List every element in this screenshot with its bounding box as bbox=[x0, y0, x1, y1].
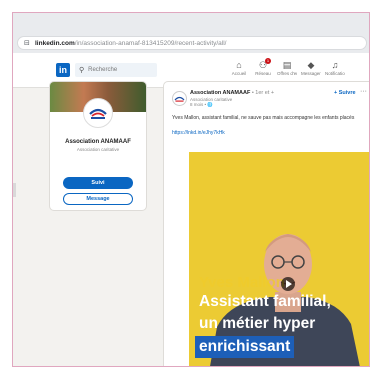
search-icon: ⚲ bbox=[79, 67, 85, 74]
play-icon bbox=[286, 280, 292, 288]
site-info-icon[interactable]: ⊟ bbox=[24, 40, 31, 47]
nav-item-messaging[interactable]: ◆ Messagerie bbox=[301, 60, 321, 76]
bell-icon: ♫ bbox=[331, 60, 339, 70]
search-placeholder: Recherche bbox=[88, 67, 118, 73]
nav-label-network: Réseau bbox=[255, 71, 271, 76]
url-path: /in/association-anamaf-813415209/recent-… bbox=[74, 39, 227, 47]
org-type: Association caritative bbox=[76, 147, 120, 152]
post-author-degree: • 1er et + bbox=[250, 90, 275, 96]
nav-item-jobs[interactable]: ▤ Offres d'emploi bbox=[277, 60, 297, 76]
post-card: Association ANAMAAF • 1er et + Associati… bbox=[163, 81, 369, 366]
profile-card: Association ANAMAAF Association caritati… bbox=[49, 81, 147, 211]
post-link[interactable]: https://lnkd.in/eJhy7kHk bbox=[172, 130, 225, 136]
org-name: Association ANAMAAF bbox=[65, 139, 131, 145]
nav-item-home[interactable]: ⌂ Accueil bbox=[229, 60, 249, 76]
url-host: linkedin.com bbox=[35, 39, 75, 47]
browser-chrome: ⊟ linkedin.com/in/association-anamaf-813… bbox=[13, 13, 369, 54]
avatar[interactable] bbox=[83, 98, 113, 128]
play-button[interactable] bbox=[281, 277, 295, 291]
video-player[interactable]: Yves Mallon Assistant familial, un métie… bbox=[189, 152, 369, 366]
follow-button[interactable]: + Suivre bbox=[334, 90, 356, 96]
nav-item-network[interactable]: ⚇ 1 Réseau bbox=[253, 58, 273, 76]
nav-label-jobs: Offres d'emploi bbox=[277, 71, 297, 76]
briefcase-icon: ▤ bbox=[282, 60, 292, 70]
following-button[interactable]: Suivi bbox=[63, 177, 133, 189]
post-author-name: Association ANAMAAF bbox=[190, 90, 251, 96]
chat-icon: ◆ bbox=[307, 60, 315, 70]
home-icon: ⌂ bbox=[236, 60, 242, 70]
post-author-avatar[interactable] bbox=[172, 91, 187, 106]
video-caption-line: un métier hyper bbox=[199, 315, 316, 332]
anamaaf-logo-icon bbox=[89, 108, 107, 119]
linkedin-logo[interactable]: in bbox=[56, 63, 70, 77]
notification-badge: 1 bbox=[265, 58, 271, 64]
url-text: linkedin.com/in/association-anamaf-81341… bbox=[35, 40, 227, 47]
message-button[interactable]: Message bbox=[63, 193, 133, 205]
screenshot-frame: ⊟ linkedin.com/in/association-anamaf-813… bbox=[12, 12, 370, 367]
address-bar[interactable]: ⊟ linkedin.com/in/association-anamaf-813… bbox=[17, 36, 367, 50]
video-thumbnail bbox=[189, 152, 369, 366]
post-author[interactable]: Association ANAMAAF • 1er et + bbox=[190, 90, 274, 96]
nav-label-home: Accueil bbox=[231, 71, 247, 76]
nav-item-notifications[interactable]: ♫ Notifications bbox=[325, 60, 345, 76]
nav-items: ⌂ Accueil ⚇1 Réseau ▤ Offres d'emploi ◆ … bbox=[229, 58, 345, 76]
video-caption-name: Yves Mallon bbox=[199, 274, 285, 291]
video-caption-highlight: enrichissant bbox=[195, 336, 295, 358]
search-input[interactable]: ⚲ Recherche bbox=[75, 63, 157, 77]
post-text: Yves Mallon, assistant familial, ne sauv… bbox=[172, 115, 355, 121]
nav-label-notifications: Notifications bbox=[325, 71, 345, 76]
page-edge bbox=[13, 183, 16, 197]
nav-label-messaging: Messagerie bbox=[301, 71, 321, 76]
anamaaf-logo-icon bbox=[174, 96, 185, 102]
network-icon: ⚇ 1 bbox=[258, 58, 271, 70]
more-options-icon[interactable]: ··· bbox=[360, 88, 367, 95]
video-caption-line: Assistant familial, bbox=[199, 293, 331, 310]
post-timestamp: 8 mois • 🌐 bbox=[190, 102, 213, 107]
